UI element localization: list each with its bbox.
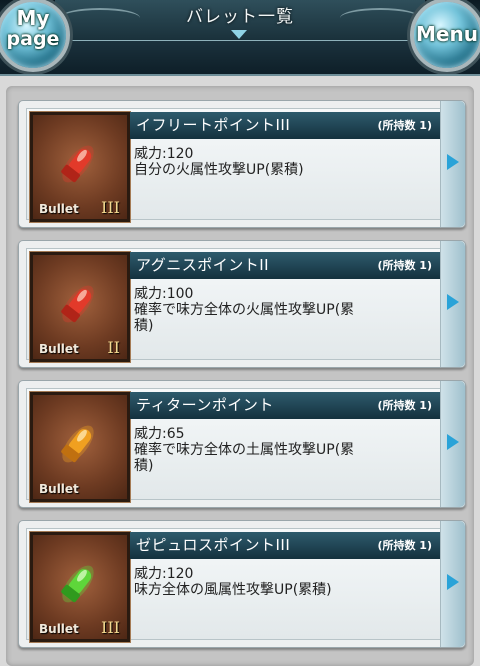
detail-arrow-button[interactable] (440, 101, 465, 227)
bullet-power: 威力:120 (134, 146, 194, 162)
bullet-effect-line1: 確率で味方全体の火属性攻撃UP(累 (134, 302, 355, 318)
bullet-icon (61, 285, 94, 323)
bullet-card-zephyrus-point-3[interactable]: Bullet III ゼピュロスポイントIII (所持数 1) 威力:120 味… (18, 520, 466, 648)
bullet-effect-line1: 確率で味方全体の土属性攻撃UP(累 (134, 442, 355, 458)
bullet-name: ティターンポイント (136, 396, 274, 414)
bullet-description: 威力:120 味方全体の風属性攻撃UP(累積) (134, 566, 434, 598)
play-arrow-icon (447, 154, 459, 170)
play-arrow-icon (447, 574, 459, 590)
bullet-thumbnail: Bullet III (30, 532, 130, 642)
menu-label: Menu (416, 22, 478, 46)
bullet-name-bar: ティターンポイント (所持数 1) (130, 392, 440, 419)
bullet-name: イフリートポイントIII (136, 116, 291, 134)
bullet-name-bar: イフリートポイントIII (所持数 1) (130, 112, 440, 139)
bullet-icon (61, 425, 94, 463)
play-arrow-icon (447, 294, 459, 310)
bullet-effect-line1: 自分の火属性攻撃UP(累積) (134, 162, 304, 178)
bullet-power: 威力:100 (134, 286, 194, 302)
mypage-label-line2: page (6, 28, 60, 50)
bullet-power: 威力:120 (134, 566, 194, 582)
bullet-thumbnail: Bullet (30, 392, 130, 502)
bullet-type-label: Bullet (39, 202, 79, 216)
detail-arrow-button[interactable] (440, 241, 465, 367)
bullet-card-body: Bullet ティターンポイント (所持数 1) 威力:65 確率で味方全体の土… (26, 388, 441, 502)
bullet-thumbnail: Bullet III (30, 112, 130, 222)
bullet-name: ゼピュロスポイントIII (136, 536, 291, 554)
bullet-description: 威力:120 自分の火属性攻撃UP(累積) (134, 146, 434, 178)
play-arrow-icon (447, 434, 459, 450)
bullet-card-body: Bullet II アグニスポイントII (所持数 1) 威力:100 確率で味… (26, 248, 441, 362)
rank-badge: III (101, 618, 120, 637)
bullet-name-bar: アグニスポイントII (所持数 1) (130, 252, 440, 279)
detail-arrow-button[interactable] (440, 381, 465, 507)
bullet-card-agnis-point-2[interactable]: Bullet II アグニスポイントII (所持数 1) 威力:100 確率で味… (18, 240, 466, 368)
bullet-type-label: Bullet (39, 622, 79, 636)
bullet-name: アグニスポイントII (136, 256, 270, 274)
title-chevron-icon (231, 30, 247, 39)
bullet-description: 威力:65 確率で味方全体の土属性攻撃UP(累 積) (134, 426, 434, 474)
bullet-effect-line2: 積) (134, 458, 154, 474)
mypage-label-line1: My (16, 6, 50, 30)
bullet-card-body: Bullet III イフリートポイントIII (所持数 1) 威力:120 自… (26, 108, 441, 222)
owned-count: (所持数 1) (377, 119, 432, 132)
bullet-type-label: Bullet (39, 342, 79, 356)
menu-button[interactable]: Menu (410, 0, 480, 72)
bullet-effect-line1: 味方全体の風属性攻撃UP(累積) (134, 582, 332, 598)
page-title: バレット一覧 (186, 7, 294, 27)
bullet-card-titan-point[interactable]: Bullet ティターンポイント (所持数 1) 威力:65 確率で味方全体の土… (18, 380, 466, 508)
bullet-type-label: Bullet (39, 482, 79, 496)
bullet-icon (61, 145, 94, 183)
bullet-card-body: Bullet III ゼピュロスポイントIII (所持数 1) 威力:120 味… (26, 528, 441, 642)
ornament-left (60, 8, 140, 28)
ornament-right (340, 8, 420, 28)
bullet-description: 威力:100 確率で味方全体の火属性攻撃UP(累 積) (134, 286, 434, 334)
bullet-list: Bullet III イフリートポイントIII (所持数 1) 威力:120 自… (6, 86, 474, 666)
mypage-button[interactable]: My page (0, 0, 70, 72)
detail-arrow-button[interactable] (440, 521, 465, 647)
bullet-power: 威力:65 (134, 426, 185, 442)
rank-badge: III (101, 198, 120, 217)
rank-badge: II (107, 338, 120, 357)
bullet-name-bar: ゼピュロスポイントIII (所持数 1) (130, 532, 440, 559)
header-bar: バレット一覧 My page Menu (0, 0, 480, 76)
owned-count: (所持数 1) (377, 259, 432, 272)
bullet-card-ifrit-point-3[interactable]: Bullet III イフリートポイントIII (所持数 1) 威力:120 自… (18, 100, 466, 228)
owned-count: (所持数 1) (377, 539, 432, 552)
bullet-thumbnail: Bullet II (30, 252, 130, 362)
owned-count: (所持数 1) (377, 399, 432, 412)
bullet-effect-line2: 積) (134, 318, 154, 334)
bullet-icon (61, 565, 94, 603)
